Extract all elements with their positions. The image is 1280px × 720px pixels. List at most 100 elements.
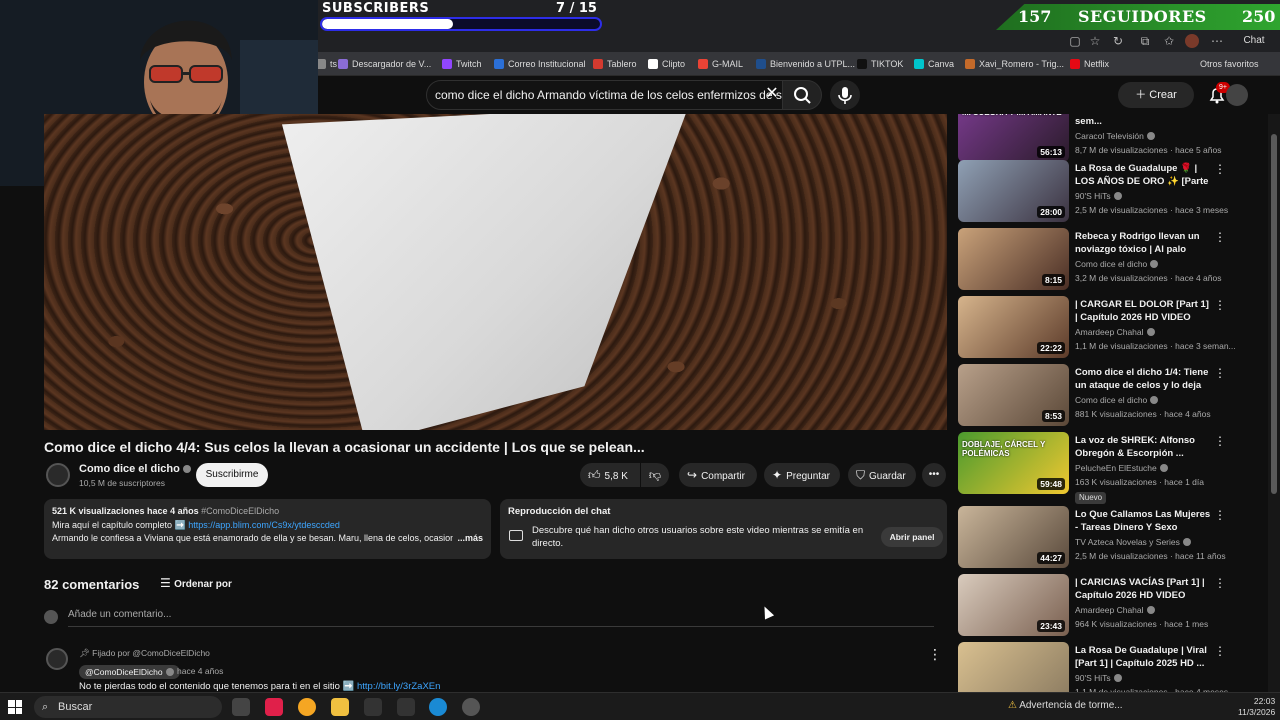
description-hashtag[interactable]: #ComoDiceElDicho <box>201 506 279 516</box>
epic-games-icon[interactable] <box>364 698 382 716</box>
epic-games-icon-2[interactable] <box>397 698 415 716</box>
more-actions-button[interactable]: ••• <box>922 463 946 487</box>
share-button[interactable]: ↪ Compartir <box>679 463 757 487</box>
comment-input[interactable]: Añade un comentario... <box>68 609 934 627</box>
bookmark-item[interactable]: Bienvenido a UTPL... <box>756 52 855 76</box>
channel-name-text[interactable]: 90'S HiTs <box>1075 191 1111 201</box>
description-link[interactable]: https://app.blim.com/Cs9x/ytdesccded <box>188 520 340 530</box>
recommended-video[interactable]: La Rosa De Guadalupe | Viral [Part 1] | … <box>958 642 1258 692</box>
pinned-comment-author[interactable]: @ComoDiceElDicho <box>79 665 180 679</box>
extensions-icon[interactable]: ⧉ <box>1138 34 1152 48</box>
ask-button[interactable]: ✦ Preguntar <box>764 463 840 487</box>
clear-search-icon[interactable]: ✕ <box>762 84 782 104</box>
reload-icon[interactable]: ↻ <box>1111 34 1125 48</box>
scrollbar-thumb[interactable] <box>1271 134 1277 494</box>
file-explorer-icon[interactable] <box>331 698 349 716</box>
video-title[interactable]: Como dice el dicho 1/4: Tiene un ataque … <box>1075 366 1211 393</box>
bookmark-item[interactable]: G-MAIL <box>698 52 743 76</box>
channel-name-text[interactable]: PelucheEn ElEstuche <box>1075 463 1157 473</box>
other-bookmarks-folder[interactable]: Otros favoritos <box>1200 52 1259 76</box>
more-vertical-icon[interactable]: ⋮ <box>1214 298 1226 312</box>
more-vertical-icon[interactable]: ⋮ <box>1214 644 1226 658</box>
bookmark-item[interactable]: Clipto <box>648 52 685 76</box>
video-thumbnail[interactable]: MI SUEGRA Y MI AMANTE 56:13 <box>958 114 1069 162</box>
search-input[interactable]: como dice el dicho Armando víctima de lo… <box>426 80 802 110</box>
more-vertical-icon[interactable]: ⋮ <box>1214 576 1226 590</box>
channel-name-text[interactable]: Como dice el dicho <box>1075 395 1147 405</box>
bookmark-item[interactable]: Twitch <box>442 52 482 76</box>
sidebar-scrollbar[interactable] <box>1268 114 1280 692</box>
notifications-button[interactable]: 9+ <box>1206 82 1230 106</box>
channel-name[interactable]: Amardeep Chahal <box>1075 605 1155 615</box>
more-vertical-icon[interactable]: ⋮ <box>1214 366 1226 380</box>
voice-search-button[interactable] <box>830 80 860 110</box>
weather-widget[interactable]: ⚠ Advertencia de torme... <box>1008 700 1123 711</box>
video-thumbnail[interactable]: 23:43 <box>958 574 1069 636</box>
recommended-video[interactable]: DOBLAJE, CÁRCEL Y POLÉMICAS 59:48 La voz d… <box>958 432 1258 504</box>
pinned-comment-avatar[interactable] <box>46 648 68 670</box>
bookmark-item[interactable]: Xavi_Romero - Trig... <box>965 52 1064 76</box>
system-clock[interactable]: 22:03 11/3/2026 <box>1238 696 1275 718</box>
favorites-icon[interactable]: ✩ <box>1162 34 1176 48</box>
channel-name[interactable]: TV Azteca Novelas y Series <box>1075 537 1191 547</box>
like-button[interactable]: 👍︎ 5,8 K <box>580 463 640 487</box>
bookmark-item[interactable]: Tablero <box>593 52 637 76</box>
obs-icon[interactable] <box>462 698 480 716</box>
channel-name[interactable]: Como dice el dicho <box>1075 259 1159 269</box>
bookmark-item[interactable]: TIKTOK <box>857 52 903 76</box>
channel-name-text[interactable]: Como dice el dicho <box>1075 259 1147 269</box>
star-icon[interactable]: ☆ <box>1088 34 1102 48</box>
sort-comments-button[interactable]: ☰ Ordenar por <box>160 576 232 590</box>
bookmark-item[interactable]: ts <box>316 52 337 76</box>
video-title[interactable]: | CARGAR EL DOLOR [Part 1] | Capítulo 20… <box>1075 298 1211 324</box>
task-view-icon[interactable] <box>232 698 250 716</box>
more-vertical-icon[interactable]: ⋮ <box>1214 230 1226 244</box>
video-thumbnail[interactable]: 8:15 <box>958 228 1069 290</box>
channel-avatar[interactable] <box>46 463 70 487</box>
video-thumbnail[interactable]: 22:22 <box>958 296 1069 358</box>
profile-icon[interactable] <box>1185 34 1199 48</box>
channel-name[interactable]: 90'S HiTs <box>1075 673 1122 683</box>
video-title[interactable]: Lo Que Callamos Las Mujeres - Tareas Din… <box>1075 508 1211 534</box>
channel-name-text[interactable]: TV Azteca Novelas y Series <box>1075 537 1180 547</box>
more-vertical-icon[interactable]: ⋮ <box>1214 162 1226 176</box>
channel-name-text[interactable]: Amardeep Chahal <box>1075 327 1144 337</box>
windows-start-icon[interactable] <box>8 700 22 714</box>
recommended-video[interactable]: 44:27 Lo Que Callamos Las Mujeres - Tarea… <box>958 506 1258 570</box>
search-button[interactable] <box>782 80 822 110</box>
subscribe-button[interactable]: Suscribirme <box>196 463 268 487</box>
recommended-video[interactable]: 22:22 | CARGAR EL DOLOR [Part 1] | Capítu… <box>958 296 1258 360</box>
video-title[interactable]: La Rosa De Guadalupe | Viral [Part 1] | … <box>1075 644 1211 670</box>
bookmark-item[interactable]: Canva <box>914 52 954 76</box>
bookmark-item[interactable]: Descargador de V... <box>338 52 431 76</box>
more-vertical-icon[interactable]: ⋮ <box>1214 114 1226 116</box>
tiktok-app-icon[interactable] <box>265 698 283 716</box>
video-title[interactable]: La Rosa de Guadalupe 🌹 | LOS AÑOS DE ORO… <box>1075 162 1211 189</box>
pinned-comment-link[interactable]: http://bit.ly/3rZaXEn <box>357 681 440 692</box>
edge-browser-icon[interactable] <box>429 698 447 716</box>
description-card[interactable]: 521 K visualizaciones hace 4 años #ComoD… <box>44 499 491 559</box>
video-thumbnail[interactable]: 28:00 <box>958 160 1069 222</box>
comment-menu-icon[interactable]: ⋮ <box>928 646 942 663</box>
video-player[interactable] <box>44 114 947 430</box>
video-title[interactable]: | CARICIAS VACÍAS [Part 1] | Capítulo 20… <box>1075 576 1211 602</box>
video-title[interactable]: Rebeca y Rodrigo llevan un noviazgo tóxi… <box>1075 230 1211 257</box>
pinned-comment-time[interactable]: hace 4 años <box>177 666 223 676</box>
more-vertical-icon[interactable]: ⋮ <box>1214 508 1226 522</box>
video-title[interactable]: La voz de SHREK: Alfonso Obregón & Escor… <box>1075 434 1211 460</box>
channel-name[interactable]: Como dice el dicho <box>79 463 191 475</box>
channel-name-text[interactable]: 90'S HiTs <box>1075 673 1111 683</box>
dislike-button[interactable]: 👎︎ <box>641 463 669 487</box>
menu-icon[interactable]: ⋯ <box>1210 34 1224 48</box>
account-avatar[interactable] <box>1226 84 1248 106</box>
video-thumbnail[interactable]: 44:27 <box>958 506 1069 568</box>
channel-name[interactable]: Como dice el dicho <box>1075 395 1159 405</box>
channel-name-text[interactable]: Amardeep Chahal <box>1075 605 1144 615</box>
bookmark-item[interactable]: Correo Institucional <box>494 52 586 76</box>
create-button[interactable]: ＋ Crear <box>1118 82 1194 108</box>
video-title[interactable]: padre todo - Una suegra sem... <box>1075 114 1211 128</box>
channel-name-text[interactable]: Caracol Televisión <box>1075 131 1144 141</box>
channel-name[interactable]: Caracol Televisión <box>1075 131 1155 141</box>
copilot-chat-button[interactable]: Chat <box>1234 34 1274 48</box>
recommended-video[interactable]: 23:43 | CARICIAS VACÍAS [Part 1] | Capítu… <box>958 574 1258 638</box>
